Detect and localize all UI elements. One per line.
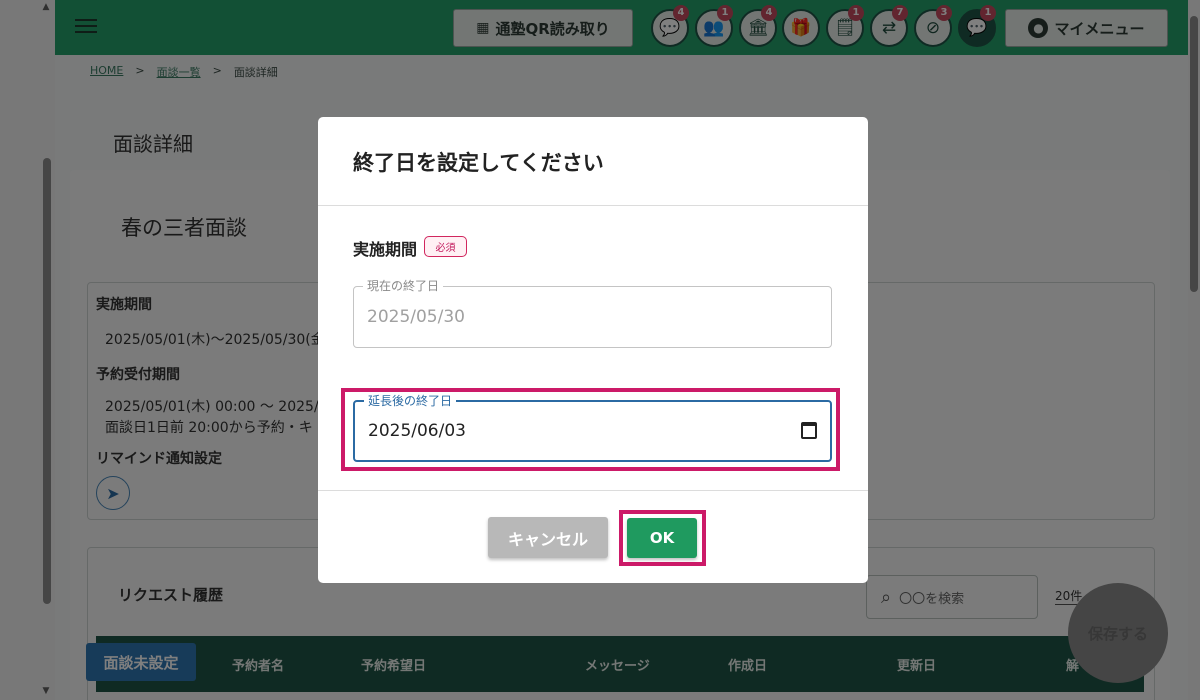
ok-button[interactable]: OK [627, 518, 697, 558]
extended-end-date-label: 延長後の終了日 [364, 393, 457, 409]
extended-end-date-value[interactable]: 2025/06/03 [368, 421, 466, 441]
end-date-dialog: 終了日を設定してください 実施期間 必須 現在の終了日 2025/05/30 延… [318, 117, 868, 583]
dialog-title: 終了日を設定してください [353, 151, 604, 175]
current-end-date-value: 2025/05/30 [367, 307, 465, 327]
dialog-divider [318, 490, 868, 491]
current-end-date-field: 現在の終了日 2025/05/30 [353, 278, 832, 348]
cancel-button[interactable]: キャンセル [488, 517, 608, 558]
required-badge: 必須 [424, 236, 467, 257]
dialog-divider [318, 205, 868, 206]
current-end-date-label: 現在の終了日 [363, 278, 444, 294]
calendar-icon[interactable] [801, 422, 817, 439]
dialog-period-label: 実施期間 [353, 240, 418, 259]
extended-end-date-input[interactable]: 延長後の終了日 2025/06/03 [353, 393, 832, 462]
